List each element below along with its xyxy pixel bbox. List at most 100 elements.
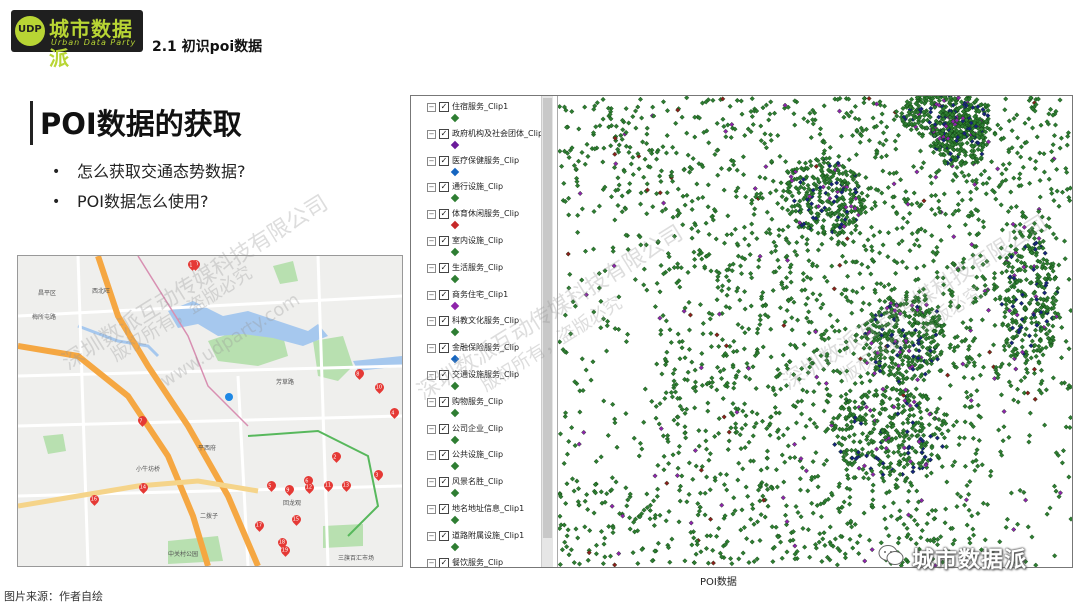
- poi-point: [872, 199, 878, 205]
- layer-item[interactable]: − ✓ 购物服务_Clip: [411, 394, 541, 420]
- layer-item[interactable]: − ✓ 金融保险服务_Clip: [411, 340, 541, 366]
- scroll-thumb[interactable]: [543, 98, 552, 538]
- layer-item[interactable]: − ✓ 住宿服务_Clip1: [411, 99, 541, 125]
- poi-point: [950, 422, 957, 429]
- poi-point: [832, 328, 838, 334]
- poi-point: [846, 433, 852, 440]
- poi-point: [1066, 276, 1072, 282]
- poi-point: [1042, 290, 1048, 296]
- layer-item[interactable]: − ✓ 室内设施_Clip: [411, 233, 541, 259]
- layer-list-scrollbar[interactable]: [541, 96, 553, 567]
- poi-point: [1021, 489, 1027, 495]
- layer-checkbox[interactable]: ✓: [439, 504, 449, 514]
- layer-item[interactable]: − ✓ 科教文化服务_Clip: [411, 313, 541, 339]
- poi-point: [692, 134, 698, 140]
- layer-checkbox[interactable]: ✓: [439, 343, 449, 354]
- poi-point: [1053, 488, 1059, 494]
- collapse-icon[interactable]: −: [427, 371, 436, 380]
- layer-item[interactable]: − ✓ 政府机构及社会团体_Clip: [411, 126, 541, 152]
- layer-item[interactable]: − ✓ 医疗保健服务_Clip: [411, 153, 541, 179]
- poi-point: [752, 206, 758, 212]
- poi-point: [961, 374, 967, 381]
- layer-checkbox[interactable]: ✓: [439, 209, 449, 220]
- poi-point: [845, 273, 851, 279]
- layer-item[interactable]: − ✓ 体育休闲服务_Clip: [411, 206, 541, 232]
- layer-checkbox[interactable]: ✓: [439, 236, 449, 246]
- poi-point: [1065, 133, 1071, 139]
- collapse-icon[interactable]: −: [427, 531, 436, 541]
- poi-point: [768, 132, 774, 138]
- poi-point: [575, 229, 581, 235]
- poi-point: [893, 146, 899, 152]
- layer-checkbox[interactable]: ✓: [439, 477, 449, 488]
- collapse-icon[interactable]: −: [427, 237, 436, 246]
- layer-checkbox[interactable]: ✓: [439, 262, 449, 273]
- collapse-icon[interactable]: −: [427, 424, 436, 434]
- poi-point: [572, 303, 578, 309]
- poi-point: [803, 468, 809, 474]
- collapse-icon[interactable]: −: [427, 210, 436, 220]
- poi-point: [892, 138, 898, 144]
- poi-point: [692, 379, 699, 385]
- layer-checkbox[interactable]: ✓: [439, 102, 449, 112]
- poi-point: [1044, 511, 1050, 517]
- layer-item[interactable]: − ✓ 商务住宅_Clip1: [411, 287, 541, 313]
- poi-point: [865, 370, 871, 376]
- layer-item[interactable]: − ✓ 生活服务_Clip: [411, 260, 541, 286]
- poi-point: [686, 327, 693, 333]
- layer-label: 政府机构及社会团体_Clip: [452, 128, 541, 138]
- poi-point: [860, 431, 866, 437]
- collapse-icon[interactable]: −: [427, 344, 436, 354]
- layer-checkbox[interactable]: ✓: [439, 316, 449, 327]
- layer-item[interactable]: − ✓ 通行设施_Clip: [411, 179, 541, 205]
- poi-point: [632, 277, 638, 283]
- layer-checkbox[interactable]: ✓: [439, 182, 449, 193]
- poi-point: [1036, 235, 1042, 241]
- poi-point: [877, 250, 883, 256]
- poi-point: [709, 379, 715, 385]
- collapse-icon[interactable]: −: [427, 129, 436, 139]
- layer-item[interactable]: − ✓ 公共设施_Clip: [411, 447, 541, 473]
- layer-checkbox[interactable]: ✓: [439, 450, 449, 461]
- poi-point: [749, 96, 755, 102]
- poi-point: [913, 506, 920, 512]
- collapse-icon[interactable]: −: [427, 156, 436, 166]
- poi-point: [963, 389, 970, 395]
- poi-point: [941, 435, 948, 441]
- layer-checkbox[interactable]: ✓: [439, 155, 449, 166]
- poi-point: [976, 217, 982, 223]
- collapse-icon[interactable]: −: [427, 317, 436, 327]
- poi-point: [757, 253, 763, 259]
- collapse-icon[interactable]: −: [427, 478, 436, 488]
- layer-checkbox[interactable]: ✓: [439, 557, 449, 567]
- layer-checkbox[interactable]: ✓: [439, 370, 449, 380]
- layer-checkbox[interactable]: ✓: [439, 396, 449, 407]
- layer-item[interactable]: − ✓ 道路附属设施_Clip1: [411, 528, 541, 554]
- layer-item[interactable]: − ✓ 餐饮服务_Clip: [411, 555, 541, 567]
- collapse-icon[interactable]: −: [427, 505, 436, 514]
- poi-point: [758, 467, 764, 473]
- poi-point: [705, 400, 711, 406]
- poi-point: [975, 510, 981, 517]
- poi-point: [1001, 408, 1007, 415]
- layer-checkbox[interactable]: ✓: [439, 530, 449, 541]
- poi-point: [720, 396, 726, 402]
- collapse-icon[interactable]: −: [427, 451, 436, 461]
- layer-item[interactable]: − ✓ 交通设施服务_Clip: [411, 367, 541, 393]
- collapse-icon[interactable]: −: [427, 183, 436, 193]
- collapse-icon[interactable]: −: [427, 103, 436, 112]
- layer-item[interactable]: − ✓ 风景名胜_Clip: [411, 474, 541, 500]
- poi-point: [778, 386, 784, 392]
- layer-checkbox[interactable]: ✓: [439, 423, 449, 434]
- collapse-icon[interactable]: −: [427, 558, 436, 567]
- poi-point: [785, 224, 791, 230]
- poi-point: [909, 302, 915, 309]
- collapse-icon[interactable]: −: [427, 263, 436, 273]
- layer-checkbox[interactable]: ✓: [439, 128, 449, 139]
- layer-item[interactable]: − ✓ 公司企业_Clip: [411, 421, 541, 447]
- poi-point: [741, 524, 747, 531]
- layer-item[interactable]: − ✓ 地名地址信息_Clip1: [411, 501, 541, 527]
- collapse-icon[interactable]: −: [427, 397, 436, 407]
- collapse-icon[interactable]: −: [427, 290, 436, 300]
- layer-checkbox[interactable]: ✓: [439, 289, 449, 300]
